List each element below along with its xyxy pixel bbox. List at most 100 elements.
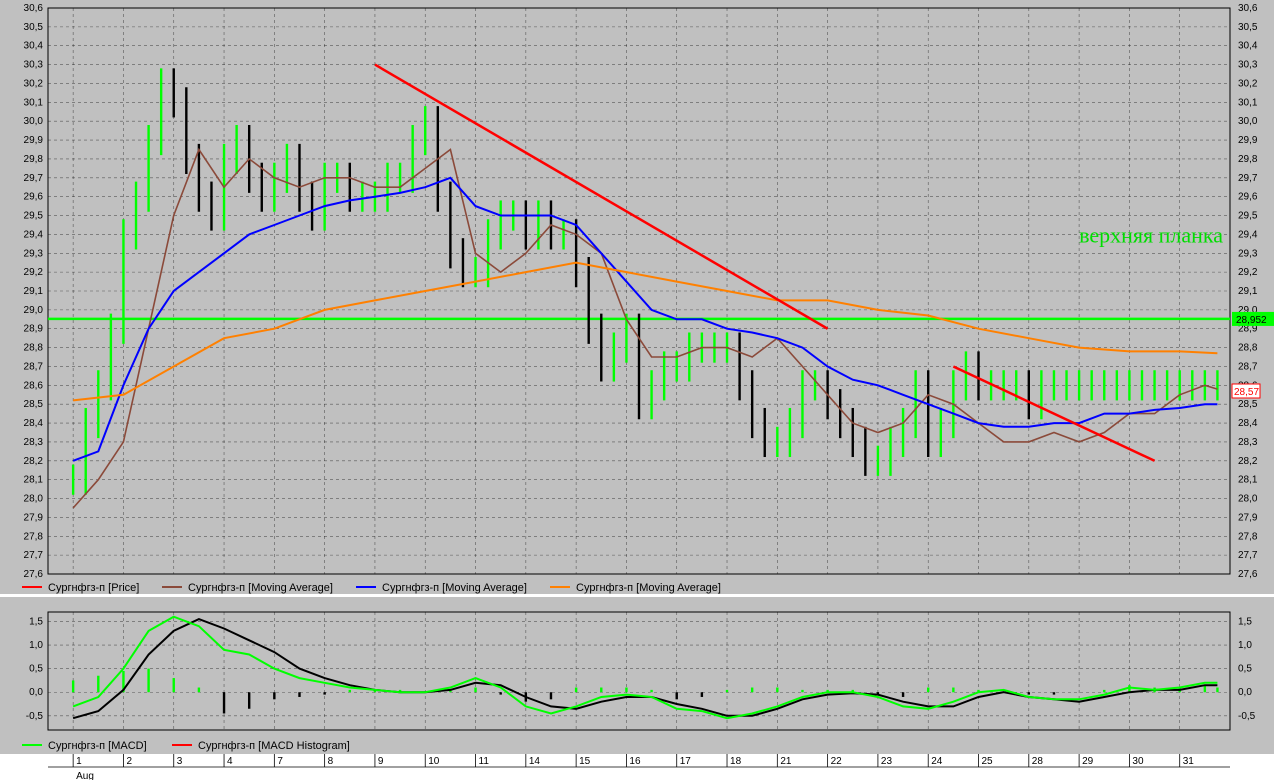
price-ytick-left: 27,8: [24, 531, 44, 542]
price-ytick-right: 28,8: [1238, 343, 1258, 354]
price-ytick-right: 28,3: [1238, 437, 1258, 448]
price-ytick-right: 27,8: [1238, 531, 1258, 542]
annotation-text: верхняя планка: [1079, 222, 1223, 247]
xaxis-label: 25: [982, 756, 994, 767]
macd-histogram-bar: [172, 678, 175, 693]
macd-histogram-bar: [348, 689, 351, 693]
macd-histogram-bar: [750, 687, 754, 693]
macd-panel[interactable]: -0,5 -0,5 0,0 0,0 0,5 0,5 1,0 1,0 1,5 1,5: [26, 611, 1256, 731]
xaxis-label: 4: [227, 756, 233, 767]
xaxis-label: 17: [680, 756, 692, 767]
macd-histogram-bar: [927, 687, 930, 693]
legend-label: Сургнфгз-п [Moving Average]: [188, 582, 333, 594]
level-value-label: 28,952: [1236, 315, 1267, 326]
legend-label: Сургнфгз-п [Price]: [48, 582, 139, 594]
price-ytick-right: 30,2: [1238, 78, 1258, 89]
xaxis-label: 10: [428, 756, 440, 767]
price-ytick-right: 29,6: [1238, 192, 1258, 203]
macd-histogram-bar: [323, 692, 326, 695]
macd-histogram-bar: [1052, 692, 1056, 695]
xaxis-label: 29: [1082, 756, 1094, 767]
price-ytick-right: 28,5: [1238, 399, 1258, 410]
panel-separator[interactable]: [0, 594, 1274, 597]
price-ytick-right: 28,7: [1238, 361, 1258, 372]
xaxis-label: 7: [277, 756, 283, 767]
xaxis-label: 21: [780, 756, 792, 767]
price-ytick-right: 29,8: [1238, 154, 1258, 165]
xaxis-label: 14: [529, 756, 541, 767]
price-ytick-left: 28,6: [24, 380, 44, 391]
macd-histogram-bar: [97, 675, 100, 693]
xaxis-label: 18: [730, 756, 742, 767]
price-ytick-left: 29,6: [24, 192, 44, 203]
xaxis-label: 8: [328, 756, 334, 767]
price-ytick-right: 29,1: [1238, 286, 1258, 297]
x-axis: 1 2 3 4 7 8 9 10 11 14 15 16 17 18 21 22 23 24 25 28 29 30 31A…: [0, 754, 1274, 780]
xaxis-label: 16: [629, 756, 641, 767]
price-ytick-left: 30,4: [24, 41, 44, 52]
price-ytick-left: 30,6: [24, 3, 44, 14]
price-ytick-left: 29,9: [24, 135, 44, 146]
macd-histogram-bar: [499, 692, 502, 695]
price-ytick-left: 29,5: [24, 211, 44, 222]
chart-root: 27,6 27,6 27,7 27,7 27,8 27,8 27,9 27,9 28,0 28,0…: [0, 0, 1274, 780]
price-ytick-right: 30,5: [1238, 22, 1258, 33]
price-ytick-right: 30,4: [1238, 41, 1258, 52]
price-ytick-right: 28,2: [1238, 456, 1258, 467]
price-ytick-right: 28,4: [1238, 418, 1258, 429]
price-ytick-right: 29,7: [1238, 173, 1258, 184]
price-ytick-left: 28,7: [24, 361, 44, 372]
price-ytick-left: 28,1: [24, 475, 44, 486]
price-ytick-right: 29,4: [1238, 229, 1258, 240]
macd-histogram-bar: [1027, 692, 1031, 695]
macd-histogram-bar: [700, 692, 704, 697]
macd-histogram-bar: [600, 687, 603, 693]
macd-histogram-bar: [147, 668, 150, 693]
price-ytick-left: 28,2: [24, 456, 44, 467]
price-ytick-left: 28,5: [24, 399, 44, 410]
legend-label: Сургнфгз-п [Moving Average]: [576, 582, 721, 594]
macd-ytick-right: 0,0: [1238, 687, 1252, 698]
macd-histogram-bar: [625, 687, 628, 693]
macd-histogram-bar: [222, 692, 226, 714]
macd-histogram-bar: [247, 692, 251, 709]
xaxis-label: 22: [831, 756, 843, 767]
macd-ytick-left: 0,0: [29, 687, 43, 698]
price-ytick-right: 27,7: [1238, 550, 1258, 561]
price-ytick-right: 29,5: [1238, 211, 1258, 222]
macd-histogram-bar: [71, 680, 75, 693]
xaxis-label: 15: [579, 756, 591, 767]
price-ytick-right: 29,3: [1238, 248, 1258, 259]
macd-histogram-bar: [901, 692, 905, 697]
macd-ytick-left: -0,5: [26, 711, 44, 722]
macd-ytick-right: 0,5: [1238, 664, 1252, 675]
price-ytick-left: 28,0: [24, 494, 44, 505]
xaxis-month-label: Aug: [76, 771, 94, 780]
price-ytick-left: 29,2: [24, 267, 44, 278]
price-ytick-left: 27,7: [24, 550, 44, 561]
price-ytick-left: 29,4: [24, 229, 44, 240]
price-ytick-left: 29,8: [24, 154, 44, 165]
macd-histogram-bar: [298, 692, 301, 697]
xaxis-label: 23: [881, 756, 893, 767]
macd-histogram-bar: [776, 687, 779, 693]
price-panel[interactable]: 27,6 27,6 27,7 27,7 27,8 27,8 27,9 27,9 28,0 28,0…: [24, 3, 1274, 580]
macd-ytick-right: 1,5: [1238, 616, 1252, 627]
macd-ytick-right: -0,5: [1238, 711, 1256, 722]
price-ytick-left: 28,3: [24, 437, 44, 448]
price-ytick-left: 27,6: [24, 569, 44, 580]
macd-histogram-bar: [197, 687, 201, 693]
price-ytick-right: 30,3: [1238, 60, 1258, 71]
price-ytick-right: 29,9: [1238, 135, 1258, 146]
xaxis-label: 30: [1132, 756, 1144, 767]
price-ytick-right: 28,0: [1238, 494, 1258, 505]
macd-histogram-bar: [273, 692, 276, 700]
price-ytick-right: 30,0: [1238, 116, 1258, 127]
price-ytick-left: 29,7: [24, 173, 44, 184]
legend-label: Сургнфгз-п [Moving Average]: [382, 582, 527, 594]
xaxis-label: 2: [126, 756, 132, 767]
price-ytick-right: 28,1: [1238, 475, 1258, 486]
price-ytick-right: 27,9: [1238, 512, 1258, 523]
price-ytick-left: 28,4: [24, 418, 44, 429]
price-ytick-left: 30,2: [24, 78, 44, 89]
